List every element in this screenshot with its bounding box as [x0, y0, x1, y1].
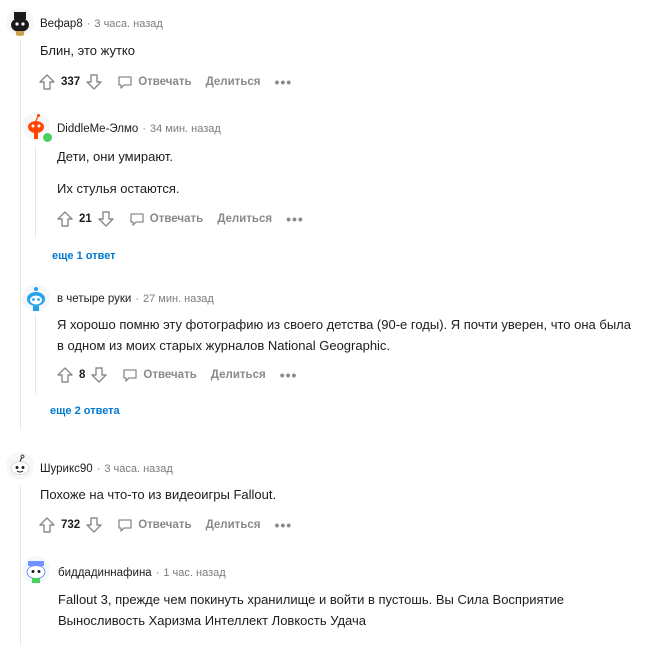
downvote-icon[interactable]	[85, 73, 103, 91]
snoo-avatar-icon	[22, 556, 50, 584]
comment-meta: Вефар8 · 3 часа. назад	[40, 18, 163, 30]
upvote-icon[interactable]	[38, 516, 56, 534]
comment-body: Дети, они умирают. Их стулья остаются.	[57, 146, 179, 199]
online-status-icon	[41, 131, 54, 144]
thread-line[interactable]	[35, 146, 36, 238]
more-replies-link[interactable]: еще 1 ответ	[52, 250, 116, 262]
snoo-avatar-icon	[6, 452, 34, 480]
more-options-icon[interactable]: •••	[280, 367, 298, 383]
avatar[interactable]	[6, 8, 34, 36]
comment-actions: 8 Отвечать Делиться •••	[56, 365, 297, 385]
comment-text: Блин, это жутко	[40, 43, 135, 58]
share-button[interactable]: Делиться	[217, 213, 272, 225]
share-button[interactable]: Делиться	[211, 369, 266, 381]
snoo-avatar-icon	[6, 8, 34, 36]
reply-icon	[130, 213, 144, 226]
timestamp[interactable]: 3 часа. назад	[104, 463, 172, 475]
upvote-icon[interactable]	[56, 210, 74, 228]
reply-icon	[123, 369, 138, 382]
reply-button[interactable]: Отвечать	[122, 367, 197, 383]
upvote-icon[interactable]	[38, 73, 56, 91]
comment-meta: DiddleMe-Элмо · 34 мин. назад	[57, 123, 221, 135]
comment-body: Я хорошо помню эту фотографию из своего …	[57, 314, 631, 356]
downvote-icon[interactable]	[90, 366, 108, 384]
timestamp[interactable]: 34 мин. назад	[150, 123, 221, 135]
comment-text: Я хорошо помню эту фотографию из своего …	[57, 317, 631, 332]
comment-body: Fallout 3, прежде чем покинуть хранилище…	[58, 589, 564, 631]
thread-line[interactable]	[20, 40, 21, 430]
reply-button[interactable]: Отвечать	[129, 211, 203, 227]
comment-text: Похоже на что-то из видеоигры Fallout.	[40, 487, 277, 502]
comment-text: Их стулья остаются.	[57, 181, 180, 196]
comment-actions: 337 Отвечать Делиться •••	[38, 72, 292, 92]
thread-line[interactable]	[20, 486, 21, 646]
comment-text: Выносливость Харизма Интеллект Ловкость …	[58, 613, 367, 628]
author-name[interactable]: Шурикс90	[40, 463, 93, 475]
snoo-avatar-icon	[22, 284, 50, 312]
more-options-icon[interactable]: •••	[286, 211, 304, 227]
comment-text: Дети, они умирают.	[57, 149, 173, 164]
more-options-icon[interactable]: •••	[275, 74, 293, 90]
comment-actions: 21 Отвечать Делиться •••	[56, 209, 304, 229]
reply-icon	[118, 76, 132, 89]
reply-button[interactable]: Отвечать	[117, 74, 192, 90]
downvote-icon[interactable]	[97, 210, 115, 228]
vote-count: 8	[79, 369, 86, 381]
avatar[interactable]	[6, 452, 34, 480]
more-options-icon[interactable]: •••	[275, 517, 293, 533]
comment-actions: 732 Отвечать Делиться •••	[38, 515, 292, 535]
comment-body: Блин, это жутко	[40, 40, 135, 61]
share-button[interactable]: Делиться	[206, 519, 261, 531]
timestamp[interactable]: 3 часа. назад	[94, 18, 162, 30]
avatar[interactable]	[22, 284, 50, 312]
author-name[interactable]: в четыре руки	[57, 293, 131, 305]
share-button[interactable]: Делиться	[206, 76, 261, 88]
reply-icon	[118, 519, 132, 532]
comment-meta: в четыре руки · 27 мин. назад	[57, 293, 214, 305]
comment-text: в одном из моих старых журналов National…	[57, 338, 391, 353]
vote-count: 732	[61, 519, 81, 531]
reply-button[interactable]: Отвечать	[117, 517, 192, 533]
vote-count: 21	[79, 213, 92, 225]
timestamp[interactable]: 1 час. назад	[163, 567, 225, 579]
thread-line[interactable]	[35, 314, 36, 394]
author-name[interactable]: биддадиннафина	[58, 567, 152, 579]
timestamp[interactable]: 27 мин. назад	[143, 293, 214, 305]
vote-count: 337	[61, 76, 81, 88]
comment-body: Похоже на что-то из видеоигры Fallout.	[40, 484, 276, 505]
downvote-icon[interactable]	[85, 516, 103, 534]
more-replies-link[interactable]: еще 2 ответа	[50, 405, 120, 417]
upvote-icon[interactable]	[56, 366, 74, 384]
avatar[interactable]	[22, 556, 50, 584]
comment-meta: Шурикс90 · 3 часа. назад	[40, 463, 173, 475]
author-name[interactable]: Вефар8	[40, 18, 83, 30]
comment-text: Fallout 3, прежде чем покинуть хранилище…	[58, 592, 564, 607]
comment-meta: биддадиннафина · 1 час. назад	[58, 567, 226, 579]
author-name[interactable]: DiddleMe-Элмо	[57, 123, 138, 135]
